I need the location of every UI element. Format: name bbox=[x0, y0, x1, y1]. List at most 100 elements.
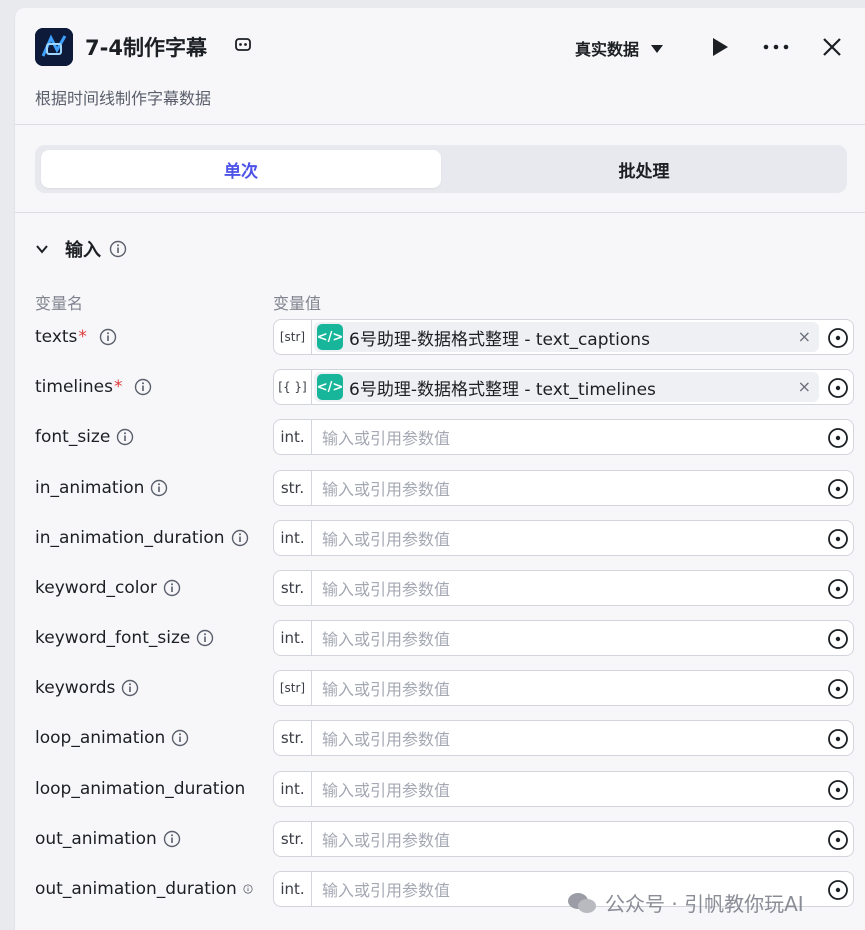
reference-target-icon[interactable] bbox=[827, 829, 849, 851]
reference-target-icon[interactable] bbox=[827, 377, 849, 399]
info-icon[interactable] bbox=[243, 884, 253, 894]
value-input[interactable]: 输入或引用参数值 bbox=[312, 476, 853, 500]
reference-chip[interactable]: </> 6号助理-数据格式整理 - text_timelines × bbox=[314, 372, 819, 402]
param-label-keywords: keywords bbox=[35, 671, 139, 705]
value-input[interactable]: 输入或引用参数值 bbox=[312, 827, 853, 851]
param-name: in_animation bbox=[35, 478, 145, 498]
param-label-timelines: timelines * bbox=[35, 370, 152, 404]
value-input[interactable]: 输入或引用参数值 bbox=[312, 777, 853, 801]
info-icon[interactable] bbox=[150, 479, 168, 497]
plugin-badge-icon bbox=[233, 35, 253, 55]
param-value-timelines[interactable]: [{ }] </> 6号助理-数据格式整理 - text_timelines × bbox=[273, 369, 854, 405]
info-icon[interactable] bbox=[99, 328, 117, 346]
node-logo-icon bbox=[35, 28, 73, 66]
tabs-divider bbox=[15, 212, 865, 213]
clear-icon[interactable]: × bbox=[798, 327, 811, 346]
reference-target-icon[interactable] bbox=[827, 578, 849, 600]
clear-icon[interactable]: × bbox=[798, 377, 811, 396]
section-title: 输入 bbox=[65, 240, 101, 261]
column-header-value: 变量值 bbox=[273, 294, 322, 313]
param-label-in-animation-duration: in_animation_duration bbox=[35, 521, 249, 555]
reference-target-icon[interactable] bbox=[827, 728, 849, 750]
info-icon[interactable] bbox=[121, 679, 139, 697]
type-tag: str. bbox=[274, 822, 312, 856]
type-tag: int. bbox=[274, 772, 312, 806]
reference-target-icon[interactable] bbox=[827, 779, 849, 801]
reference-chip[interactable]: </> 6号助理-数据格式整理 - text_captions × bbox=[314, 322, 819, 352]
param-name: in_animation_duration bbox=[35, 528, 225, 548]
param-name: out_animation bbox=[35, 829, 157, 849]
info-icon[interactable] bbox=[109, 240, 127, 258]
reference-target-icon[interactable] bbox=[827, 327, 849, 349]
value-input[interactable]: 输入或引用参数值 bbox=[312, 726, 853, 750]
info-icon[interactable] bbox=[171, 729, 189, 747]
param-name: out_animation_duration bbox=[35, 879, 237, 899]
param-value-out-animation[interactable]: str. 输入或引用参数值 bbox=[273, 821, 854, 857]
param-name: texts bbox=[35, 327, 78, 347]
reference-target-icon[interactable] bbox=[827, 628, 849, 650]
param-label-out-animation-duration: out_animation_duration bbox=[35, 872, 253, 906]
reference-text: 6号助理-数据格式整理 - text_captions bbox=[349, 329, 650, 350]
run-mode-tabs: 单次 批处理 bbox=[35, 145, 847, 193]
type-tag: int. bbox=[274, 621, 312, 655]
required-mark: * bbox=[78, 327, 87, 347]
value-input[interactable]: 输入或引用参数值 bbox=[312, 676, 853, 700]
param-value-loop-animation[interactable]: str. 输入或引用参数值 bbox=[273, 720, 854, 756]
tab-single[interactable]: 单次 bbox=[41, 150, 441, 188]
chevron-down-icon[interactable] bbox=[35, 242, 49, 256]
node-description: 根据时间线制作字幕数据 bbox=[35, 89, 212, 108]
caret-down-icon bbox=[651, 45, 664, 53]
param-name: keyword_color bbox=[35, 578, 157, 598]
reference-target-icon[interactable] bbox=[827, 478, 849, 500]
reference-target-icon[interactable] bbox=[827, 879, 849, 901]
param-label-keyword-color: keyword_color bbox=[35, 571, 181, 605]
value-input[interactable]: 输入或引用参数值 bbox=[312, 576, 853, 600]
param-value-in-animation-duration[interactable]: int. 输入或引用参数值 bbox=[273, 520, 854, 556]
data-mode-label: 真实数据 bbox=[575, 40, 640, 59]
run-button[interactable] bbox=[710, 36, 730, 58]
value-input[interactable]: 输入或引用参数值 bbox=[312, 626, 853, 650]
wechat-icon bbox=[568, 892, 596, 913]
reference-target-icon[interactable] bbox=[827, 678, 849, 700]
info-icon[interactable] bbox=[163, 579, 181, 597]
more-options-button[interactable] bbox=[761, 36, 791, 58]
param-value-in-animation[interactable]: str. 输入或引用参数值 bbox=[273, 470, 854, 506]
type-tag: int. bbox=[274, 521, 312, 555]
info-icon[interactable] bbox=[134, 378, 152, 396]
info-icon[interactable] bbox=[196, 629, 214, 647]
value-input[interactable]: 输入或引用参数值 bbox=[312, 526, 853, 550]
info-icon[interactable] bbox=[116, 428, 134, 446]
param-value-texts[interactable]: [str] </> 6号助理-数据格式整理 - text_captions × bbox=[273, 319, 854, 355]
required-mark: * bbox=[113, 377, 123, 397]
tab-batch[interactable]: 批处理 bbox=[447, 150, 841, 188]
param-label-keyword-font-size: keyword_font_size bbox=[35, 621, 214, 655]
type-tag: str. bbox=[274, 471, 312, 505]
column-header-name: 变量名 bbox=[35, 294, 84, 313]
watermark: 公众号 · 引帆教你玩AI bbox=[567, 888, 804, 917]
param-name: timelines bbox=[35, 377, 113, 397]
info-icon[interactable] bbox=[163, 830, 181, 848]
value-input[interactable]: 输入或引用参数值 bbox=[312, 425, 853, 449]
node-config-panel: 7-4制作字幕 真实数据 根据时间线制作字幕数据 单次 批处理 输入 变量名 变… bbox=[14, 8, 865, 930]
param-name: loop_animation bbox=[35, 728, 166, 748]
reference-target-icon[interactable] bbox=[827, 427, 849, 449]
node-title: 7-4制作字幕 bbox=[85, 36, 207, 60]
param-value-keywords[interactable]: [str] 输入或引用参数值 bbox=[273, 670, 854, 706]
param-name: font_size bbox=[35, 427, 111, 447]
param-name: keyword_font_size bbox=[35, 628, 191, 648]
param-name: keywords bbox=[35, 678, 116, 698]
type-tag: str. bbox=[274, 721, 312, 755]
reference-target-icon[interactable] bbox=[827, 528, 849, 550]
param-name: loop_animation_duration bbox=[35, 779, 246, 799]
close-button[interactable] bbox=[821, 36, 843, 58]
param-value-keyword-font-size[interactable]: int. 输入或引用参数值 bbox=[273, 620, 854, 656]
param-value-font-size[interactable]: int. 输入或引用参数值 bbox=[273, 419, 854, 455]
info-icon[interactable] bbox=[231, 529, 249, 547]
param-value-loop-animation-duration[interactable]: int. 输入或引用参数值 bbox=[273, 771, 854, 807]
type-tag: [str] bbox=[274, 320, 312, 354]
reference-text: 6号助理-数据格式整理 - text_timelines bbox=[349, 379, 656, 400]
code-icon: </> bbox=[317, 374, 343, 400]
param-value-keyword-color[interactable]: str. 输入或引用参数值 bbox=[273, 570, 854, 606]
data-mode-select[interactable]: 真实数据 bbox=[575, 36, 664, 60]
code-icon: </> bbox=[317, 324, 343, 350]
